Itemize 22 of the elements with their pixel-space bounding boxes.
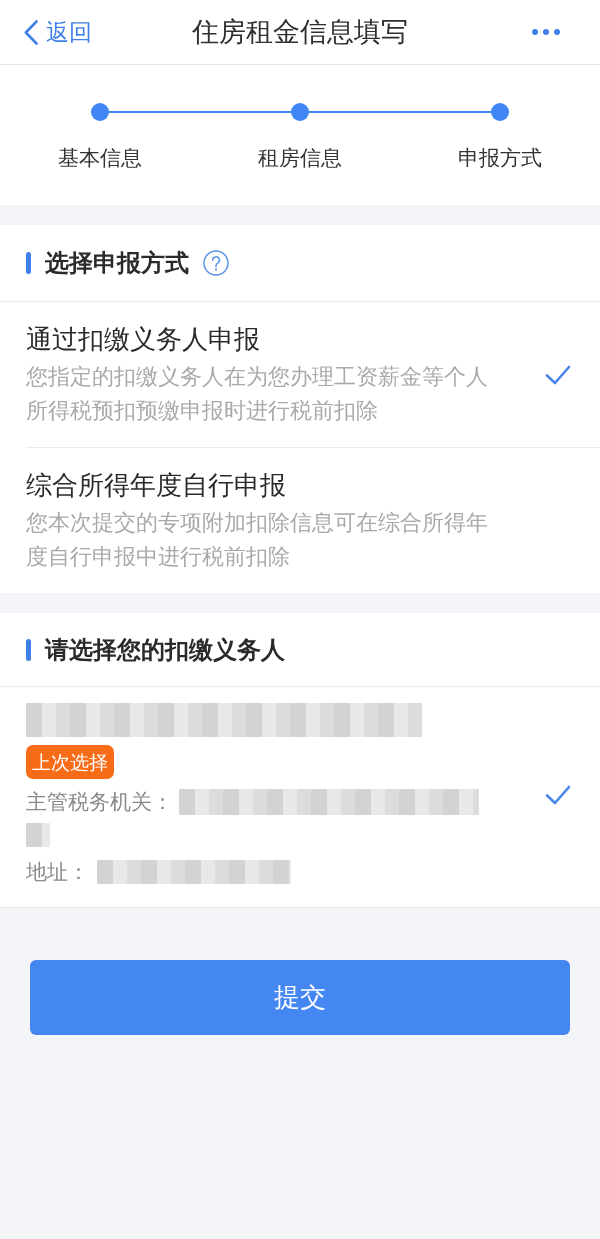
submit-button[interactable]: 提交: [30, 960, 570, 1035]
section-marker-icon: [26, 638, 31, 661]
step-label: 申报方式: [458, 145, 542, 172]
agent-item[interactable]: 上次选择 主管税务机关： 地址：: [0, 687, 600, 908]
section-marker-icon: [26, 252, 31, 274]
more-icon[interactable]: [532, 29, 560, 35]
last-selected-badge: 上次选择: [26, 745, 114, 779]
address-label: 地址：: [26, 859, 89, 886]
page-title: 住房租金信息填写: [192, 15, 408, 49]
chevron-left-icon: [24, 19, 38, 45]
section-title: 选择申报方式: [45, 248, 189, 279]
back-button[interactable]: 返回: [24, 19, 92, 45]
help-icon[interactable]: [203, 250, 229, 276]
tax-authority-label: 主管税务机关：: [26, 789, 173, 816]
option-description: 您本次提交的专项附加扣除信息可在综合所得年度自行申报中进行税前扣除: [26, 509, 489, 571]
option-title: 综合所得年度自行申报: [26, 469, 287, 502]
step-label: 基本信息: [58, 145, 142, 172]
section-title: 请选择您的扣缴义务人: [45, 634, 285, 666]
option-title: 通过扣缴义务人申报: [26, 323, 261, 356]
option-description: 您指定的扣缴义务人在为您办理工资薪金等个人所得税预扣预缴申报时进行税前扣除: [26, 363, 489, 425]
step-label: 租房信息: [258, 145, 342, 172]
pixelated-redaction: [26, 823, 50, 847]
